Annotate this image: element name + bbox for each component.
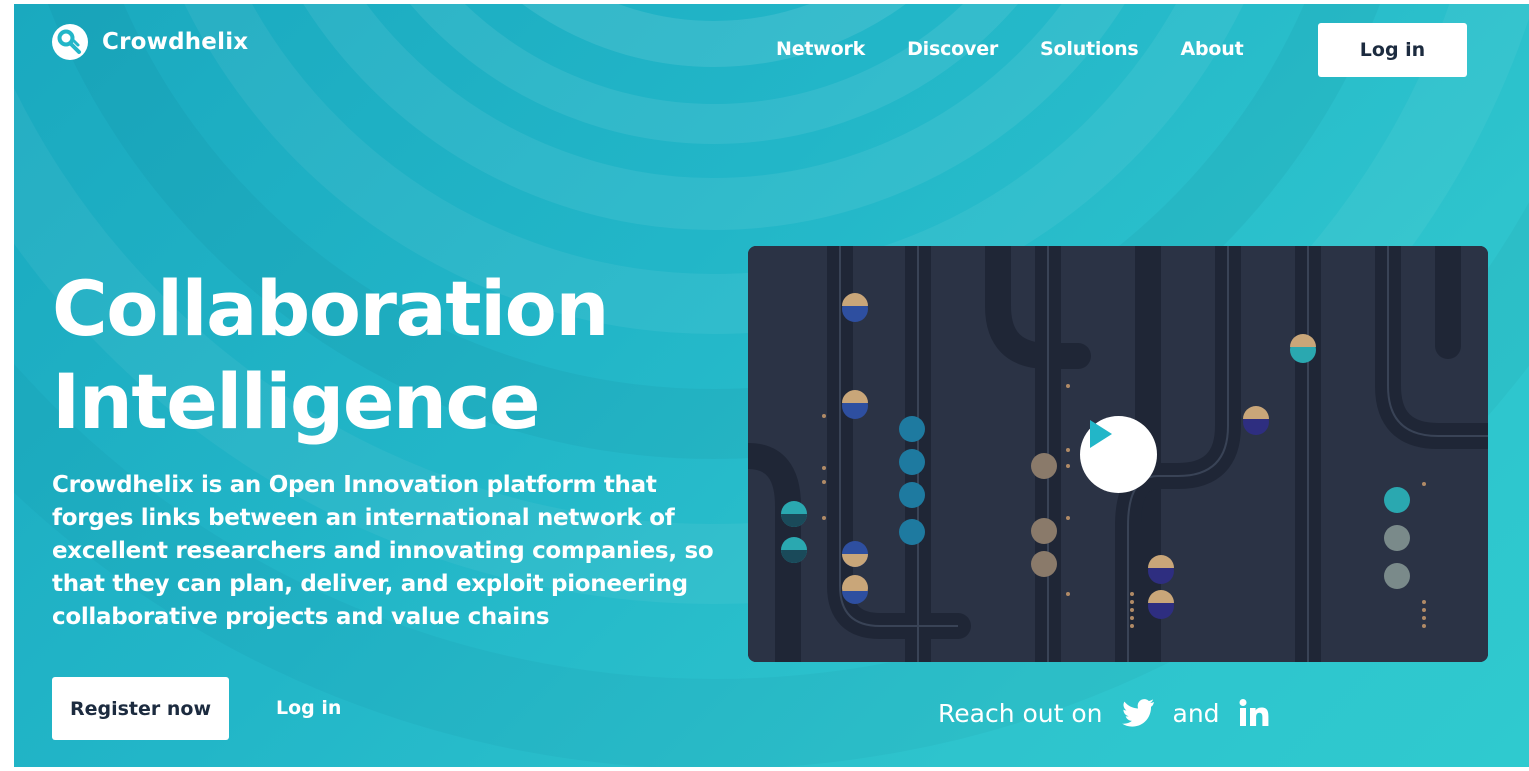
linkedin-icon — [1239, 699, 1268, 726]
social-links: Reach out on and — [938, 698, 1272, 728]
hero-description: Crowdhelix is an Open Innovation platfor… — [52, 472, 714, 630]
linkedin-link[interactable] — [1238, 698, 1272, 728]
nav-item-solutions[interactable]: Solutions — [1040, 38, 1139, 60]
main-nav: Network Discover Solutions About — [776, 38, 1244, 60]
play-button[interactable] — [1080, 416, 1157, 493]
hero-login-link[interactable]: Log in — [276, 697, 341, 719]
twitter-icon — [1121, 699, 1154, 727]
twitter-link[interactable] — [1121, 698, 1155, 728]
hero-headline: Collaboration Intelligence — [52, 264, 609, 446]
play-icon — [1090, 420, 1112, 448]
hero-section: Crowdhelix Network Discover Solutions Ab… — [14, 4, 1529, 767]
crowdhelix-logo-icon — [52, 24, 88, 60]
nav-item-network[interactable]: Network — [776, 38, 865, 60]
brand-name: Crowdhelix — [102, 29, 249, 55]
register-button[interactable]: Register now — [52, 677, 229, 740]
nav-item-discover[interactable]: Discover — [907, 38, 998, 60]
site-header: Crowdhelix Network Discover Solutions Ab… — [14, 4, 1529, 96]
social-prefix: Reach out on — [938, 698, 1103, 728]
nav-item-about[interactable]: About — [1181, 38, 1244, 60]
logo-link[interactable]: Crowdhelix — [52, 24, 248, 60]
header-login-button[interactable]: Log in — [1318, 23, 1467, 77]
page: Crowdhelix Network Discover Solutions Ab… — [0, 0, 1529, 771]
social-joiner: and — [1172, 698, 1220, 728]
video-player[interactable] — [748, 246, 1488, 662]
